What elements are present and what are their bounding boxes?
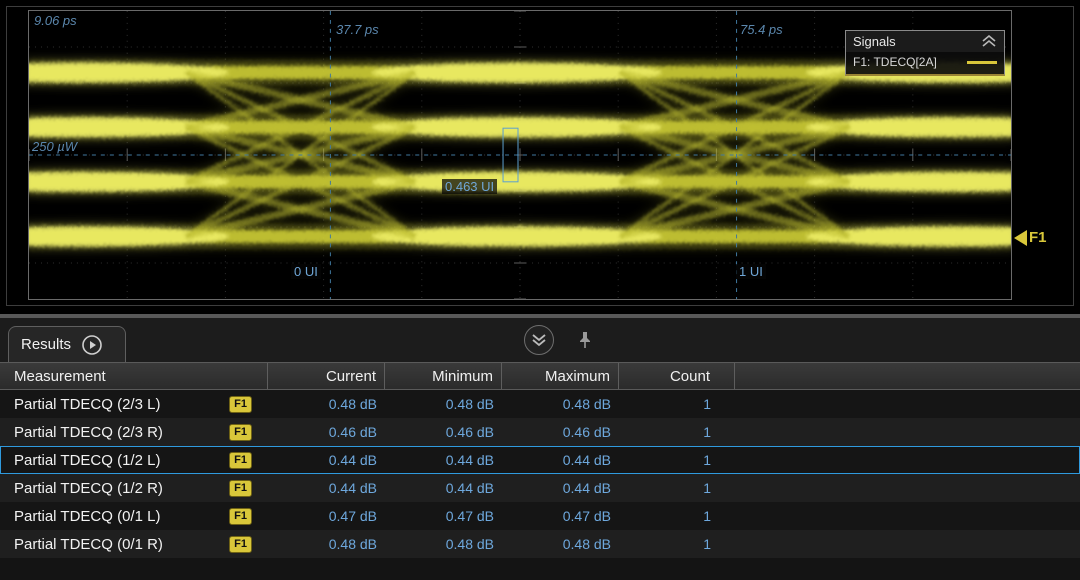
count-value: 1 — [703, 508, 711, 524]
column-header-minimum[interactable]: Minimum — [385, 363, 502, 389]
count-value: 1 — [703, 452, 711, 468]
minimum-value: 0.46 dB — [445, 424, 494, 440]
current-value: 0.44 dB — [328, 452, 377, 468]
source-badge: F1 — [229, 451, 252, 469]
minimum-value: 0.48 dB — [445, 396, 494, 412]
current-value: 0.46 dB — [328, 424, 377, 440]
table-row[interactable]: Partial TDECQ (2/3 R) F1 0.46 dB 0.46 dB… — [0, 418, 1080, 446]
minimum-value: 0.48 dB — [445, 536, 494, 552]
delta-time-readout: 9.06 ps — [34, 13, 77, 28]
maximum-value: 0.47 dB — [562, 508, 611, 524]
maximum-value: 0.44 dB — [562, 452, 611, 468]
count-value: 1 — [703, 396, 711, 412]
source-badge: F1 — [229, 535, 252, 553]
minimum-value: 0.47 dB — [445, 508, 494, 524]
maximum-value: 0.48 dB — [562, 396, 611, 412]
collapse-up-icon[interactable] — [981, 35, 997, 48]
pin-icon[interactable] — [578, 331, 592, 349]
measurement-name: Partial TDECQ (0/1 R) — [14, 535, 163, 553]
column-header-current[interactable]: Current — [268, 363, 385, 389]
signal-color-swatch — [967, 60, 997, 64]
column-header-filler — [735, 363, 1080, 389]
trace-marker-label: F1 — [1029, 229, 1047, 246]
table-filler — [0, 558, 1080, 580]
measurement-name: Partial TDECQ (2/3 R) — [14, 423, 163, 441]
count-value: 1 — [703, 480, 711, 496]
play-icon[interactable] — [81, 334, 103, 356]
trace-position-marker[interactable]: F1 — [1014, 229, 1047, 246]
table-row[interactable]: Partial TDECQ (1/2 R) F1 0.44 dB 0.44 dB… — [0, 474, 1080, 502]
column-header-maximum[interactable]: Maximum — [502, 363, 619, 389]
tab-results-label: Results — [21, 336, 72, 353]
measurement-name: Partial TDECQ (0/1 L) — [14, 507, 161, 525]
ui-end-label: 1 UI — [736, 264, 766, 279]
maximum-value: 0.44 dB — [562, 480, 611, 496]
amplitude-readout: 250 µW — [32, 139, 78, 154]
minimum-value: 0.44 dB — [445, 452, 494, 468]
table-row[interactable]: Partial TDECQ (1/2 L) F1 0.44 dB 0.44 dB… — [0, 446, 1080, 474]
maximum-value: 0.48 dB — [562, 536, 611, 552]
count-value: 1 — [703, 536, 711, 552]
column-header-count[interactable]: Count — [619, 363, 735, 389]
measurement-name: Partial TDECQ (2/3 L) — [14, 395, 161, 413]
ui-position-label: 0.463 UI — [442, 179, 498, 194]
source-badge: F1 — [229, 507, 252, 525]
source-badge: F1 — [229, 479, 252, 497]
count-value: 1 — [703, 424, 711, 440]
table-row[interactable]: Partial TDECQ (2/3 L) F1 0.48 dB 0.48 dB… — [0, 390, 1080, 418]
current-value: 0.44 dB — [328, 480, 377, 496]
collapse-panel-button[interactable] — [524, 325, 554, 355]
column-header-measurement[interactable]: Measurement — [0, 363, 268, 389]
ui-start-label: 0 UI — [291, 264, 321, 279]
table-body: Partial TDECQ (2/3 L) F1 0.48 dB 0.48 dB… — [0, 390, 1080, 558]
results-table: Measurement Current Minimum Maximum Coun… — [0, 363, 1080, 580]
signals-panel-title: Signals — [853, 34, 896, 49]
table-row[interactable]: Partial TDECQ (0/1 R) F1 0.48 dB 0.48 dB… — [0, 530, 1080, 558]
scope-display: 9.06 ps 37.7 ps 75.4 ps 250 µW 0.463 UI … — [0, 0, 1080, 314]
table-header: Measurement Current Minimum Maximum Coun… — [0, 363, 1080, 390]
table-row[interactable]: Partial TDECQ (0/1 L) F1 0.47 dB 0.47 dB… — [0, 502, 1080, 530]
source-badge: F1 — [229, 395, 252, 413]
tab-results[interactable]: Results — [8, 326, 126, 362]
signal-label: F1: TDECQ[2A] — [853, 55, 937, 69]
results-toolbar: Results — [0, 318, 1080, 363]
cursor-b-readout: 75.4 ps — [740, 22, 783, 37]
current-value: 0.47 dB — [328, 508, 377, 524]
left-arrow-icon — [1014, 229, 1027, 246]
signals-panel[interactable]: Signals F1: TDECQ[2A] — [845, 30, 1005, 76]
maximum-value: 0.46 dB — [562, 424, 611, 440]
minimum-value: 0.44 dB — [445, 480, 494, 496]
cursor-a-readout: 37.7 ps — [336, 22, 379, 37]
current-value: 0.48 dB — [328, 536, 377, 552]
measurement-name: Partial TDECQ (1/2 L) — [14, 451, 161, 469]
signal-list-item[interactable]: F1: TDECQ[2A] — [846, 52, 1004, 74]
measurement-name: Partial TDECQ (1/2 R) — [14, 479, 163, 497]
current-value: 0.48 dB — [328, 396, 377, 412]
source-badge: F1 — [229, 423, 252, 441]
